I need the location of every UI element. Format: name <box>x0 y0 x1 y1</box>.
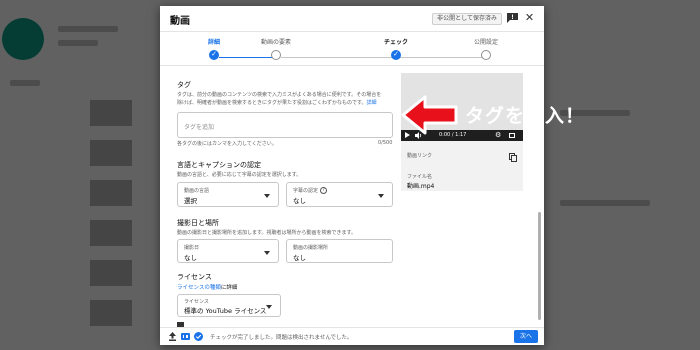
language-description: 動画の言語と、必要に応じて字幕の認定を選択します。 <box>177 172 302 178</box>
feedback-icon[interactable] <box>507 13 518 23</box>
video-language-label: 動画の言語 <box>184 188 210 194</box>
check-circle-icon <box>194 332 203 341</box>
chevron-down-icon <box>378 194 384 198</box>
tags-description-line-2: 除けば、明確者が動画を検索するときにタグが果たす役割はごくわずかなものです。詳細 <box>177 99 391 107</box>
upload-icon <box>169 332 176 341</box>
caption-certification-label: 字幕の認定? <box>293 187 328 194</box>
filename-value: 動画.mp4 <box>407 183 435 190</box>
step-checks[interactable]: チェック ✓ <box>356 38 436 60</box>
annotation-arrow-icon <box>401 95 458 135</box>
step-label: 公開設定 <box>473 39 498 46</box>
recording-title: 撮影日と場所 <box>177 219 219 227</box>
step-dot <box>271 50 281 60</box>
license-link-suffix: に詳細 <box>220 285 238 291</box>
filename-label: ファイル名 <box>407 174 433 180</box>
recording-date-label: 撮影日 <box>184 245 200 251</box>
help-icon[interactable]: ? <box>320 187 328 194</box>
hd-icon <box>181 333 190 340</box>
video-link-label: 動画リンク <box>407 153 433 159</box>
recording-description: 動画の撮影日と撮影場所を追加します。視聴者は場所から動画を検索できます。 <box>177 230 357 236</box>
license-title: ライセンス <box>177 273 212 281</box>
upload-dialog: 動画 非公開として保存済み ✕ 詳細 ✓ 動画の要素 チェック ✓ 公開設定 タ… <box>160 6 544 345</box>
tags-description: タグは、前分の動画のコンテンツの検索で入力ミスがよくある場合に便利です。その場合… <box>177 91 391 107</box>
step-dot <box>481 50 491 60</box>
gear-icon[interactable]: ⚙ <box>495 131 501 140</box>
chevron-down-icon <box>266 305 272 309</box>
dialog-title: 動画 <box>170 16 190 27</box>
fullscreen-icon[interactable] <box>509 133 515 138</box>
tags-input-placeholder: タグを追加 <box>184 124 215 131</box>
recording-date-value: なし <box>184 254 197 262</box>
checks-status: チェックが完了しました。問題は検出されませんでした。 <box>210 335 353 341</box>
step-label: チェック <box>383 39 408 46</box>
scrollbar-thumb[interactable] <box>538 212 541 320</box>
recording-date-select[interactable]: 撮影日 なし <box>177 239 279 263</box>
license-types-link-row: ライセンスの種類に詳細 <box>177 283 237 291</box>
step-connector <box>281 57 393 58</box>
caption-certification-value: なし <box>293 197 306 205</box>
caption-certification-label-text: 字幕の認定 <box>293 188 319 194</box>
copy-icon[interactable] <box>509 153 517 162</box>
license-select[interactable]: ライセンス 標準の YouTube ライセンス <box>177 294 281 317</box>
license-select-value: 標準の YouTube ライセンス <box>184 307 267 315</box>
video-language-select[interactable]: 動画の言語 選択 <box>177 182 279 207</box>
step-video-elements[interactable]: 動画の要素 <box>236 38 316 60</box>
step-label: 動画の要素 <box>260 39 291 46</box>
close-icon[interactable]: ✕ <box>524 12 535 23</box>
dialog-header: 動画 非公開として保存済み ✕ <box>160 6 544 32</box>
tags-description-line: タグは、前分の動画のコンテンツの検索で入力ミスがよくある場合に便利です。その場合… <box>177 92 382 98</box>
tags-description-text: 除けば、明確者が動画を検索するときにタグが果たす役割はごくわずかなものです。 <box>177 100 367 106</box>
check-icon: ✓ <box>391 50 401 60</box>
license-select-label: ライセンス <box>184 299 209 305</box>
recording-location-input[interactable]: 動画の撮影場所 なし <box>286 239 393 263</box>
chevron-down-icon <box>264 194 270 198</box>
tags-learn-more-link[interactable]: 詳細 <box>367 100 377 106</box>
annotation-text: タグを記入！ <box>465 105 586 127</box>
tags-hint: 各タグの後にはカンマを入力してください。 <box>177 141 277 147</box>
video-language-value: 選択 <box>184 197 197 205</box>
tags-counter: 0/500 <box>378 140 393 146</box>
check-icon: ✓ <box>209 50 219 60</box>
chevron-down-icon <box>264 251 270 255</box>
step-connector <box>219 57 279 58</box>
step-connector <box>400 57 484 58</box>
draft-status-badge: 非公開として保存済み <box>432 13 502 25</box>
dialog-footer: チェックが完了しました。問題は検出されませんでした。 次へ <box>160 327 544 345</box>
tags-title: タグ <box>177 81 191 89</box>
recording-location-value: なし <box>293 254 306 262</box>
step-visibility[interactable]: 公開設定 <box>446 38 526 60</box>
next-button[interactable]: 次へ <box>514 330 538 343</box>
caption-certification-select[interactable]: 字幕の認定? なし <box>286 182 393 207</box>
recording-location-label: 動画の撮影場所 <box>293 245 329 251</box>
tags-input[interactable]: タグを追加 <box>177 112 393 138</box>
upload-stepper: 詳細 ✓ 動画の要素 チェック ✓ 公開設定 <box>160 32 544 66</box>
license-types-link[interactable]: ライセンスの種類 <box>177 285 221 291</box>
language-title: 言語とキャプションの認定 <box>177 161 261 169</box>
